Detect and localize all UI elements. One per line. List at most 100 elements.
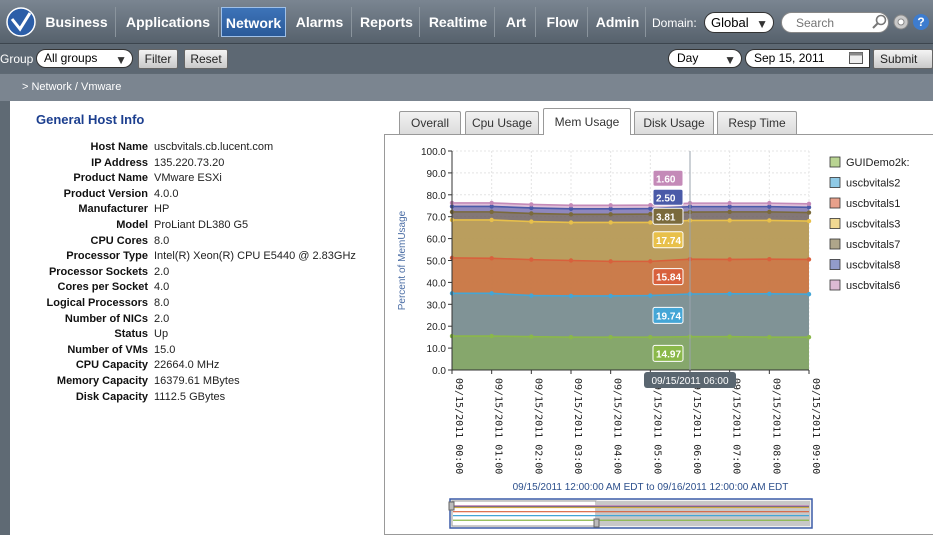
legend-label[interactable]: uscbvitals2 [846, 178, 900, 190]
tab-resp-time[interactable]: Resp Time [717, 111, 797, 134]
tab-disk-usage[interactable]: Disk Usage [634, 111, 714, 134]
series-point[interactable] [806, 210, 812, 215]
info-key: CPU Capacity [75, 359, 148, 372]
group-label: Group [0, 52, 34, 66]
series-point[interactable] [806, 334, 812, 340]
series-point[interactable] [767, 200, 772, 206]
legend-swatch[interactable] [829, 177, 841, 188]
help-icon[interactable]: ? [913, 14, 929, 30]
series-point[interactable] [489, 256, 494, 261]
range-selection[interactable] [451, 500, 597, 527]
nav-business[interactable]: Business [38, 7, 116, 37]
series-point[interactable] [529, 334, 534, 339]
series-point[interactable] [529, 219, 534, 224]
series-point[interactable] [648, 211, 653, 217]
info-row: Disk Capacity 1112.5 GBytes [10, 391, 380, 405]
nav-alarms[interactable]: Alarms [288, 7, 352, 37]
legend-swatch[interactable] [829, 218, 841, 229]
mem-usage-chart: 100.0 90.0 80.0 70.0 60.0 50.0 40.0 30.0 20.0 10.… [397, 147, 910, 529]
series-point[interactable] [529, 293, 534, 298]
info-value: 8.0 [154, 234, 170, 247]
series-point[interactable] [568, 258, 574, 263]
info-key: Number of VMs [67, 343, 148, 356]
series-point[interactable] [529, 202, 534, 207]
nav-applications[interactable]: Applications [118, 7, 219, 37]
series-point[interactable] [767, 209, 772, 215]
series-point[interactable] [767, 218, 772, 223]
legend-swatch[interactable] [829, 238, 841, 250]
series-point[interactable] [727, 209, 732, 215]
series-point[interactable] [608, 259, 613, 264]
series-point[interactable] [608, 212, 613, 217]
tab-cpu-usage[interactable]: Cpu Usage [465, 111, 539, 134]
legend-swatch[interactable] [829, 197, 841, 209]
series-point[interactable] [727, 334, 732, 339]
period-select[interactable]: Day ▼ [668, 49, 742, 68]
series-point[interactable] [568, 203, 574, 208]
legend-label[interactable]: uscbvitals7 [846, 239, 900, 251]
nav-art[interactable]: Art [497, 7, 536, 37]
gear-icon[interactable] [893, 14, 909, 30]
legend-label[interactable]: uscbvitals8 [846, 260, 900, 272]
series-point[interactable] [648, 334, 653, 340]
nav-network[interactable]: Network [221, 7, 286, 37]
calendar-icon[interactable] [849, 52, 863, 64]
app-logo-icon[interactable] [6, 7, 36, 37]
series-point[interactable] [648, 202, 653, 208]
search-icon[interactable] [871, 14, 887, 30]
nav-admin[interactable]: Admin [590, 7, 646, 37]
legend-label[interactable]: uscbvitals1 [846, 198, 900, 210]
series-point[interactable] [806, 292, 812, 297]
breadcrumb-text[interactable]: > Network / Vmware [22, 81, 121, 93]
series-point[interactable] [806, 201, 812, 206]
navigator-handle-right[interactable] [593, 518, 600, 528]
series-point[interactable] [727, 291, 732, 296]
group-select[interactable]: All groups ▼ [36, 49, 133, 68]
series-point[interactable] [489, 333, 494, 339]
info-key: Product Version [63, 187, 148, 200]
legend-swatch[interactable] [829, 156, 841, 168]
series-point[interactable] [648, 220, 653, 225]
legend-swatch[interactable] [829, 279, 841, 291]
navigator-handle-left[interactable] [448, 501, 455, 511]
series-point[interactable] [529, 257, 534, 262]
nav-realtime[interactable]: Realtime [422, 7, 495, 37]
series-point[interactable] [568, 334, 574, 340]
series-point[interactable] [568, 293, 574, 299]
nav-reports[interactable]: Reports [354, 7, 420, 37]
series-point[interactable] [806, 257, 812, 262]
tab-overall[interactable]: Overall [399, 111, 461, 134]
chevron-down-icon: ▼ [724, 53, 736, 67]
legend-label[interactable]: uscbvitals6 [846, 280, 900, 292]
series-point[interactable] [727, 200, 732, 206]
nav-flow[interactable]: Flow [538, 7, 588, 37]
series-point[interactable] [648, 293, 653, 298]
tab-mem-usage[interactable]: Mem Usage [543, 108, 631, 135]
series-point[interactable] [727, 218, 732, 223]
series-point[interactable] [608, 203, 613, 208]
filter-button[interactable]: Filter [138, 49, 178, 69]
legend-label[interactable]: GUIDemo2k: [846, 157, 910, 169]
legend-swatch[interactable] [829, 259, 841, 270]
series-point[interactable] [568, 212, 574, 217]
legend-label[interactable]: uscbvitals3 [846, 219, 900, 231]
series-point[interactable] [608, 334, 613, 340]
reset-button[interactable]: Reset [184, 49, 228, 69]
domain-select[interactable]: Global ▼ [704, 12, 774, 33]
info-row: Processor Sockets 2.0 [10, 266, 380, 280]
submit-button[interactable]: Submit [873, 49, 933, 69]
series-point[interactable] [489, 209, 494, 215]
series-point[interactable] [806, 218, 812, 224]
series-point[interactable] [608, 293, 613, 299]
series-point[interactable] [727, 257, 732, 262]
series-point[interactable] [489, 200, 494, 206]
series-point[interactable] [767, 256, 772, 262]
series-point[interactable] [648, 259, 653, 264]
series-point[interactable] [767, 334, 772, 340]
series-point[interactable] [568, 220, 574, 225]
series-point[interactable] [489, 291, 494, 296]
series-point[interactable] [767, 291, 772, 296]
series-point[interactable] [529, 211, 534, 216]
series-point[interactable] [489, 217, 494, 223]
series-point[interactable] [608, 220, 613, 225]
